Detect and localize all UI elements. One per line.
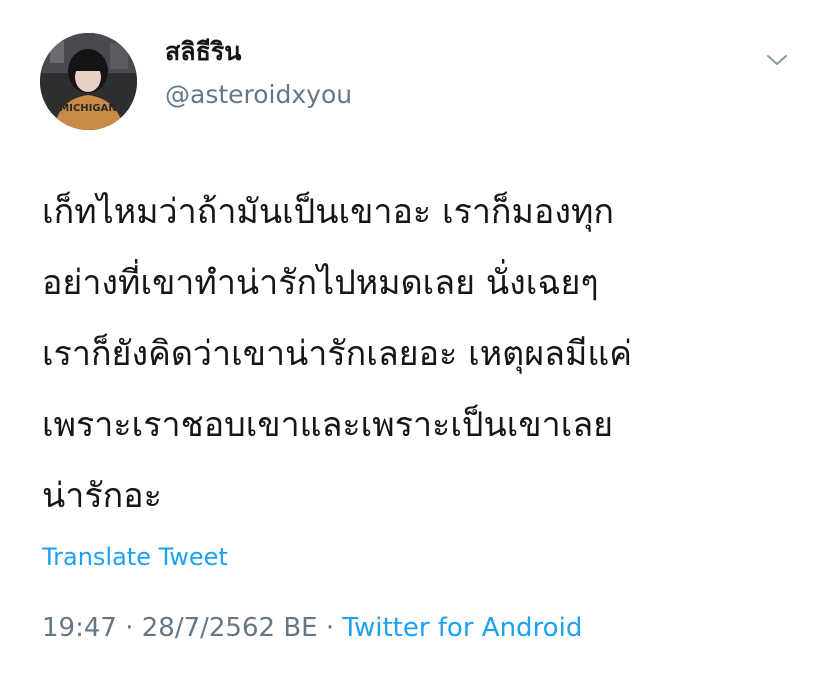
tweet-time: 19:47 bbox=[42, 613, 117, 643]
author-handle[interactable]: @asteroidxyou bbox=[165, 78, 352, 112]
svg-text:MICHIGAN: MICHIGAN bbox=[59, 103, 116, 114]
avatar-image: MICHIGAN bbox=[40, 33, 137, 130]
tweet-metadata: 19:47 · 28/7/2562 BE · Twitter for Andro… bbox=[42, 609, 582, 647]
tweet-text-line: เราก็ยังคิดว่าเขาน่ารักเลยอะ เหตุผลมีแค่ bbox=[42, 334, 633, 374]
meta-separator: · bbox=[325, 613, 335, 643]
tweet-text-line: เพราะเราชอบเขาและเพราะเป็นเขาเลย bbox=[42, 405, 614, 445]
tweet-text-line: เก็ทไหมว่าถ้ามันเป็นเขาอะ เราก็มองทุก bbox=[42, 192, 614, 232]
author-display-name[interactable]: สลิธีริน bbox=[165, 35, 241, 69]
chevron-down-icon bbox=[767, 55, 787, 65]
tweet-card: MICHIGAN สลิธีริน @asteroidxyou เก็ทไหมว… bbox=[0, 0, 827, 674]
tweet-text-line: น่ารักอะ bbox=[42, 476, 162, 516]
avatar[interactable]: MICHIGAN bbox=[40, 33, 137, 130]
meta-separator: · bbox=[125, 613, 134, 643]
tweet-date: 28/7/2562 BE bbox=[141, 613, 318, 643]
translate-tweet-link[interactable]: Translate Tweet bbox=[42, 539, 228, 575]
tweet-text: เก็ทไหมว่าถ้ามันเป็นเขาอะ เราก็มองทุก อย… bbox=[42, 177, 812, 532]
tweet-source-link[interactable]: Twitter for Android bbox=[342, 613, 582, 643]
tweet-text-line: อย่างที่เขาทำน่ารักไปหมดเลย นั่งเฉยๆ bbox=[42, 263, 599, 303]
tweet-menu-button[interactable] bbox=[760, 45, 794, 75]
